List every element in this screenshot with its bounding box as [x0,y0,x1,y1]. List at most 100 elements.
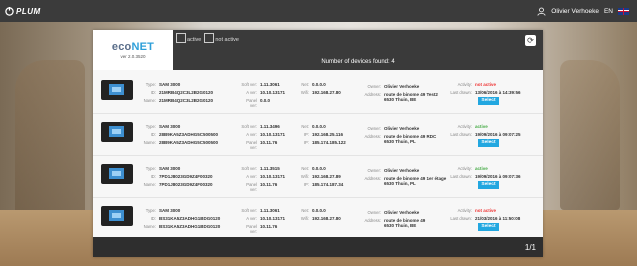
ip-address: IP: 192.168.25.116 [303,132,344,137]
device-versions: Soft ver: 1.11.3515 A ver: 10.10.13171 Pan… [241,166,285,192]
soft-version: Soft ver: 1.11.3061 [241,208,280,213]
device-row: Type: SAM 3000 ID: 28B9KA5Z3ADHG5C500500 N… [93,114,543,156]
filter-group: active not active [176,33,239,43]
device-network: Net: 0.0.0.0 Wifi: 192.168.27.80 [299,208,341,221]
last-drawn: Last drawn: 13/06/2016 à 14:39:56 [450,90,521,95]
thermostat-icon [101,164,133,184]
a-version: A ver: 10.10.13171 [246,132,286,137]
device-type: Type: SAM 3000 [145,124,181,129]
language-code[interactable]: EN [604,8,613,15]
refresh-button[interactable]: ⟳ [525,35,536,46]
activity-status: Activity: not active [457,82,497,87]
select-button[interactable]: Select [478,139,499,147]
ip-address: Wifi: 192.168.27.80 [300,216,341,221]
not-active-checkbox[interactable] [204,33,215,43]
ip-address: Wifi: 192.168.27.89 [300,174,341,179]
select-button[interactable]: Select [478,181,499,189]
device-name: Name: 21MRB4Q2C3L2B2G0120 [143,98,214,103]
brand-name: ecoNET [111,41,155,53]
panel-version: Panel ver: 10.11.76 [246,140,278,150]
logo-text: PLUM [16,6,41,16]
select-button[interactable]: Select [478,223,499,231]
panel-header: ecoNET ver 2.0.3520 active not active Nu… [93,30,543,70]
plum-logo[interactable]: PLUM [5,6,41,16]
devices-panel: ecoNET ver 2.0.3520 active not active Nu… [93,30,543,257]
activity-status: Activity: active [457,166,488,171]
device-identity: Type: SAM 3000 ID: 7PD1J8023GD9Z4F00320 Na… [138,166,213,187]
device-status: Activity: active Last drawn: 19/09/2016 à … [448,124,521,137]
device-status: Activity: active Last drawn: 19/09/2016 à … [448,166,521,179]
a-version: A ver: 10.10.13171 [246,216,286,221]
net-address: Net: 0.0.0.0 [301,124,326,129]
device-versions: Soft ver: 1.11.3061 A ver: 10.10.13171 Pan… [241,82,285,108]
device-id: ID: 7PD1J8023GD9Z4F00320 [150,174,213,179]
thermostat-icon [101,122,133,142]
device-id: ID: BS31KA5Z3ADHG1BDG0120 [150,216,221,221]
background-chair-right [560,60,620,210]
soft-version: Soft ver: 1.11.3496 [241,124,280,129]
device-versions: Soft ver: 1.11.3496 A ver: 10.10.13171 Pan… [241,124,285,150]
device-versions: Soft ver: 1.11.3061 A ver: 10.10.13171 Pan… [241,208,285,234]
device-list: Type: SAM 3000 ID: 21MRB4Q2C3L2B2G0120 Nam… [93,72,543,240]
active-checkbox[interactable] [176,33,186,43]
panel-version: Panel ver: 0.0.0 [246,98,271,108]
device-status: Activity: not active Last drawn: 21/03/201… [448,208,520,221]
soft-version: Soft ver: 1.11.3061 [241,82,280,87]
filter-active[interactable]: active [176,33,201,43]
device-name: Name: 28B9KA5Z3ADHG5C500500 [143,140,219,145]
owner-name: Owner: Olivier Verhoeke [367,210,420,215]
device-identity: Type: SAM 3000 ID: 21MRB4Q2C3L2B2G0120 Nam… [138,82,213,103]
refresh-icon: ⟳ [527,35,534,45]
activity-status: Activity: not active [457,208,497,213]
device-type: Type: SAM 3000 [145,82,181,87]
device-network: Net: 0.0.0.0 IP: 192.168.25.116 IP: 185.174… [299,124,346,145]
activity-status: Activity: active [457,124,488,129]
uk-flag-icon[interactable] [618,7,629,15]
device-identity: Type: SAM 3000 ID: BS31KA5Z3ADHG1BDG0120 N… [138,208,221,229]
net-address: Net: 0.0.0.0 [301,166,326,171]
devices-count: Number of devices found: 4 [321,59,395,65]
device-name: Name: 7PD1J8023GD9Z4F00320 [143,182,213,187]
net-address: Net: 0.0.0.0 [301,82,326,87]
device-id: ID: 28B9KA5Z3ADHG5C500500 [150,132,219,137]
device-owner: Owner: Olivier Verhoeke Address: route de … [363,210,425,228]
owner-address: Address: route de binome 49 RDC 6530 Thuin… [364,134,437,144]
brand-version: ver 2.0.3520 [120,54,146,59]
top-bar: PLUM Olivier Verhoeke EN [0,0,637,22]
owner-address: Address: route de binome 49 6530 Thuin, BE [364,218,426,228]
last-drawn: Last drawn: 21/03/2016 à 11:50:08 [450,216,521,221]
device-row: Type: SAM 3000 ID: BS31KA5Z3ADHG1BDG0120 N… [93,198,543,240]
econet-brand: ecoNET ver 2.0.3520 [93,30,173,70]
device-type: Type: SAM 3000 [145,166,181,171]
ip-address-2: IP: 185.174.185.122 [303,140,346,145]
device-owner: Owner: Olivier Verhoeke Address: route de … [363,84,438,102]
device-type: Type: SAM 3000 [145,208,181,213]
header-bar: active not active Number of devices foun… [173,30,543,70]
device-identity: Type: SAM 3000 ID: 28B9KA5Z3ADHG5C500500 N… [138,124,218,145]
device-owner: Owner: Olivier Verhoeke Address: route de … [363,168,446,186]
last-drawn: Last drawn: 19/09/2016 à 09:07:25 [450,132,521,137]
device-owner: Owner: Olivier Verhoeke Address: route de … [363,126,436,144]
device-row: Type: SAM 3000 ID: 21MRB4Q2C3L2B2G0120 Nam… [93,72,543,114]
user-name[interactable]: Olivier Verhoeke [551,8,599,15]
device-id: ID: 21MRB4Q2C3L2B2G0120 [150,90,214,95]
thermostat-icon [101,206,133,226]
a-version: A ver: 10.10.13171 [246,90,286,95]
last-drawn: Last drawn: 19/09/2016 à 09:07:36 [450,174,521,179]
filter-not-active[interactable]: not active [204,33,239,43]
device-network: Net: 0.0.0.0 Wifi: 192.168.27.80 [299,82,341,95]
background-chair-left [15,60,85,220]
select-button[interactable]: Select [478,97,499,105]
device-status: Activity: not active Last drawn: 13/06/201… [448,82,521,95]
device-row: Type: SAM 3000 ID: 7PD1J8023GD9Z4F00320 Na… [93,156,543,198]
net-address: Net: 0.0.0.0 [301,208,326,213]
plum-logo-icon [5,6,14,16]
owner-address: Address: route de binome 49 Test2 6530 Thu… [364,92,438,102]
pagination[interactable]: 1/1 [525,243,536,252]
a-version: A ver: 10.10.13171 [246,174,286,179]
owner-name: Owner: Olivier Verhoeke [367,84,420,89]
panel-version: Panel ver: 10.11.76 [246,182,278,192]
ip-address: Wifi: 192.168.27.80 [300,90,341,95]
thermostat-icon [101,80,133,100]
user-icon[interactable] [537,7,546,16]
